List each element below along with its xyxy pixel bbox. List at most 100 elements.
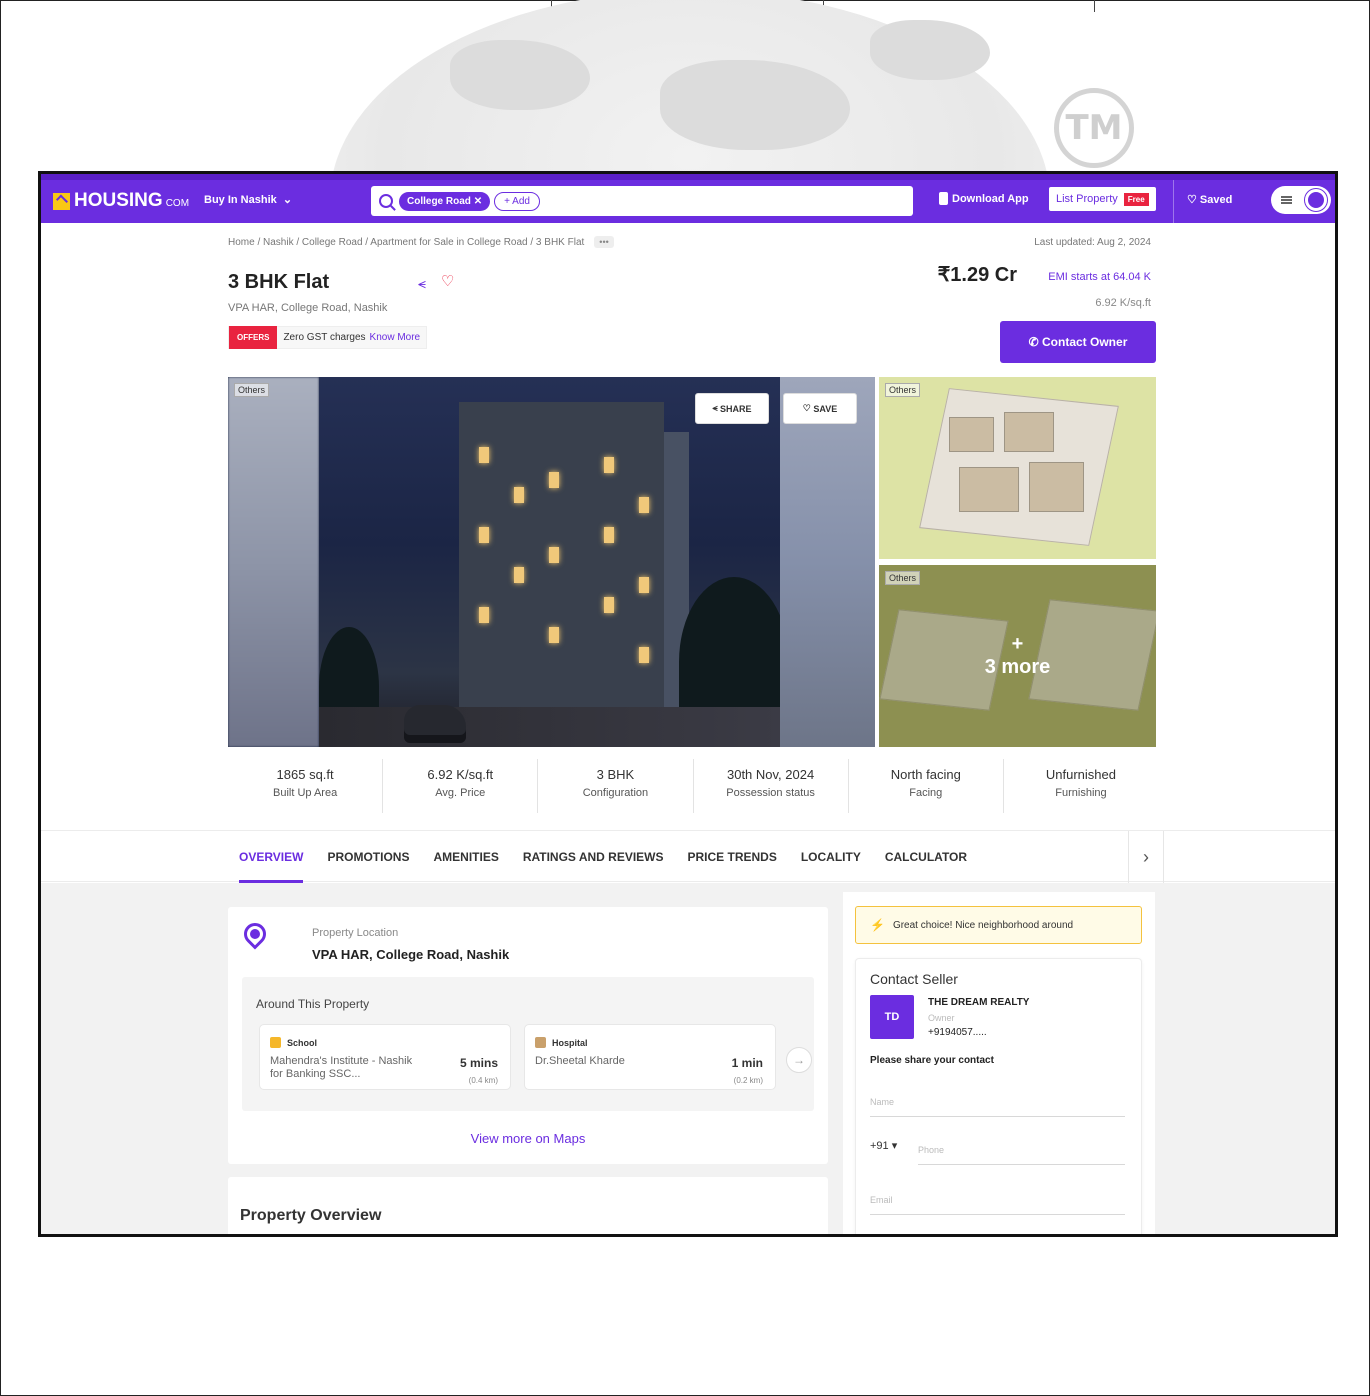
- list-property-button[interactable]: List Property Free: [1049, 187, 1156, 211]
- stat-value: 1865 sq.ft: [276, 767, 334, 782]
- more-photos-thumbnail[interactable]: + 3 more Others: [879, 565, 1156, 747]
- search-icon: [379, 194, 393, 208]
- close-icon[interactable]: ✕: [474, 196, 482, 207]
- building-image: [319, 377, 780, 747]
- housing-logo[interactable]: HOUSING COM: [53, 190, 189, 212]
- floor-plan-thumbnail[interactable]: Others: [879, 377, 1156, 559]
- chevron-right-icon[interactable]: ›: [1128, 831, 1164, 883]
- stat-facing: North facing Facing: [849, 759, 1004, 813]
- poi-type: Hospital: [552, 1037, 588, 1048]
- contact-owner-button[interactable]: ✆ Contact Owner: [1000, 321, 1156, 363]
- search-bar[interactable]: College Road ✕ + Add: [371, 186, 913, 216]
- breadcrumb-path[interactable]: Home / Nashik / College Road / Apartment…: [228, 237, 584, 248]
- stat-label: Configuration: [582, 787, 649, 799]
- tab-price-trends[interactable]: PRICE TRENDS: [688, 831, 777, 883]
- account-menu[interactable]: [1271, 186, 1331, 214]
- stat-value: North facing: [890, 767, 961, 782]
- poi-card-school[interactable]: School Mahendra's Institute - Nashik for…: [259, 1024, 511, 1090]
- tip-text: Great choice! Nice neighborhood around: [892, 919, 1074, 931]
- tab-promotions[interactable]: PROMOTIONS: [327, 831, 409, 883]
- stat-value: 30th Nov, 2024: [726, 767, 815, 782]
- section-tabs: OVERVIEW PROMOTIONS AMENITIES RATINGS AN…: [41, 830, 1335, 883]
- poi-card-hospital[interactable]: Hospital Dr.Sheetal Kharde 1 min (0.2 km…: [524, 1024, 776, 1090]
- globe-watermark: [330, 0, 1050, 172]
- emi-link[interactable]: EMI starts at 64.04 K: [1048, 271, 1151, 283]
- around-property: Around This Property School Mahendra's I…: [242, 977, 814, 1111]
- tab-ratings-reviews[interactable]: RATINGS AND REVIEWS: [523, 831, 664, 883]
- chevron-down-icon: ⌄: [279, 194, 293, 206]
- stat-label: Possession status: [726, 787, 815, 799]
- share-icon[interactable]: ⪪: [418, 275, 426, 292]
- property-stats: 1865 sq.ft Built Up Area 6.92 K/sq.ft Avg.…: [228, 759, 1158, 813]
- stat-label: Built Up Area: [272, 787, 338, 799]
- phone-call-icon: ✆: [1028, 335, 1043, 349]
- contact-seller-card: Contact Seller TD THE DREAM REALTY Owner…: [855, 958, 1142, 1234]
- home-logo-icon: [53, 192, 70, 210]
- city-selector[interactable]: Buy In Nashik ⌄: [204, 193, 292, 206]
- name-field[interactable]: [870, 1087, 1125, 1117]
- tab-overview[interactable]: OVERVIEW: [239, 831, 304, 883]
- poi-name: Dr.Sheetal Kharde: [535, 1055, 625, 1067]
- contact-owner-label: Contact Owner: [1042, 335, 1128, 349]
- search-chip-label: College Road: [407, 195, 471, 207]
- seller-role: Owner: [928, 1013, 955, 1023]
- trademark-badge: TM: [1054, 88, 1134, 168]
- phone-field[interactable]: [918, 1135, 1125, 1165]
- poi-distance: (0.4 km): [468, 1076, 498, 1085]
- heart-icon[interactable]: ♡: [441, 272, 454, 290]
- last-updated: Last updated: Aug 2, 2024: [1034, 237, 1151, 248]
- download-app-label: Download App: [952, 192, 1029, 205]
- download-app-link[interactable]: Download App: [939, 192, 1029, 205]
- property-overview-card: Property Overview: [228, 1177, 828, 1234]
- heart-outline-icon: ♡: [1187, 194, 1200, 206]
- heart-outline-icon: ♡: [802, 403, 814, 413]
- breadcrumb-more-button[interactable]: •••: [594, 236, 614, 248]
- lightning-icon: ⚡: [870, 918, 885, 932]
- hamburger-icon: [1281, 196, 1292, 204]
- country-code-value: +91: [870, 1140, 889, 1152]
- property-overview-title: Property Overview: [240, 1207, 382, 1224]
- save-button[interactable]: ♡ SAVE: [783, 393, 857, 424]
- browser-screenshot: HOUSING COM Buy In Nashik ⌄ College Road…: [38, 171, 1338, 1237]
- stat-avg-price: 6.92 K/sq.ft Avg. Price: [383, 759, 539, 813]
- tab-amenities[interactable]: AMENITIES: [433, 831, 498, 883]
- search-chip[interactable]: College Road ✕: [399, 191, 491, 211]
- more-photos-count: 3 more: [984, 656, 1051, 678]
- stat-label: Furnishing: [1055, 787, 1107, 799]
- contact-sidebar: ⚡ Great choice! Nice neighborhood around…: [843, 892, 1155, 1234]
- offer-tag: OFFERS: [229, 326, 278, 349]
- caret-down-icon: ▾: [891, 1140, 898, 1152]
- offer-text: Zero GST charges: [283, 332, 366, 343]
- school-icon: [270, 1037, 281, 1048]
- neighborhood-tip: ⚡ Great choice! Nice neighborhood around: [855, 906, 1142, 944]
- seller-name: THE DREAM REALTY: [928, 997, 1030, 1008]
- know-more-link[interactable]: Know More: [370, 332, 427, 343]
- city-selector-label: Buy In Nashik: [204, 194, 277, 206]
- price-per-sqft: 6.92 K/sq.ft: [1095, 297, 1151, 309]
- seller-avatar: TD: [870, 995, 914, 1039]
- share-button[interactable]: ⪪ SHARE: [695, 393, 769, 424]
- saved-link[interactable]: ♡ Saved: [1187, 193, 1232, 206]
- email-field[interactable]: [870, 1185, 1125, 1215]
- arrow-right-icon[interactable]: →: [786, 1047, 812, 1073]
- add-location-button[interactable]: + Add: [494, 191, 540, 211]
- poi-type: School: [287, 1037, 318, 1048]
- seller-phone: +9194057.....: [928, 1027, 987, 1038]
- location-label: Property Location: [312, 927, 399, 939]
- share-label: SHARE: [720, 403, 752, 414]
- around-title: Around This Property: [256, 997, 370, 1011]
- free-badge: Free: [1123, 192, 1149, 206]
- tab-locality[interactable]: LOCALITY: [801, 831, 861, 883]
- poi-distance: (0.2 km): [733, 1076, 763, 1085]
- view-more-maps-link[interactable]: View more on Maps: [228, 1131, 828, 1146]
- page-title: 3 BHK Flat: [228, 271, 330, 293]
- tab-calculator[interactable]: CALCULATOR: [885, 831, 967, 883]
- poi-name: Mahendra's Institute - Nashik for Bankin…: [270, 1055, 413, 1080]
- country-code-select[interactable]: +91 ▾: [870, 1139, 897, 1152]
- main-photo[interactable]: Others ⪪ SHARE ♡ SAVE: [228, 377, 875, 747]
- stat-label: Avg. Price: [435, 787, 486, 799]
- poi-time: 1 min: [731, 1056, 763, 1070]
- photo-category-tag: Others: [234, 383, 270, 397]
- stat-value: 6.92 K/sq.ft: [427, 767, 494, 782]
- share-contact-label: Please share your contact: [870, 1055, 994, 1066]
